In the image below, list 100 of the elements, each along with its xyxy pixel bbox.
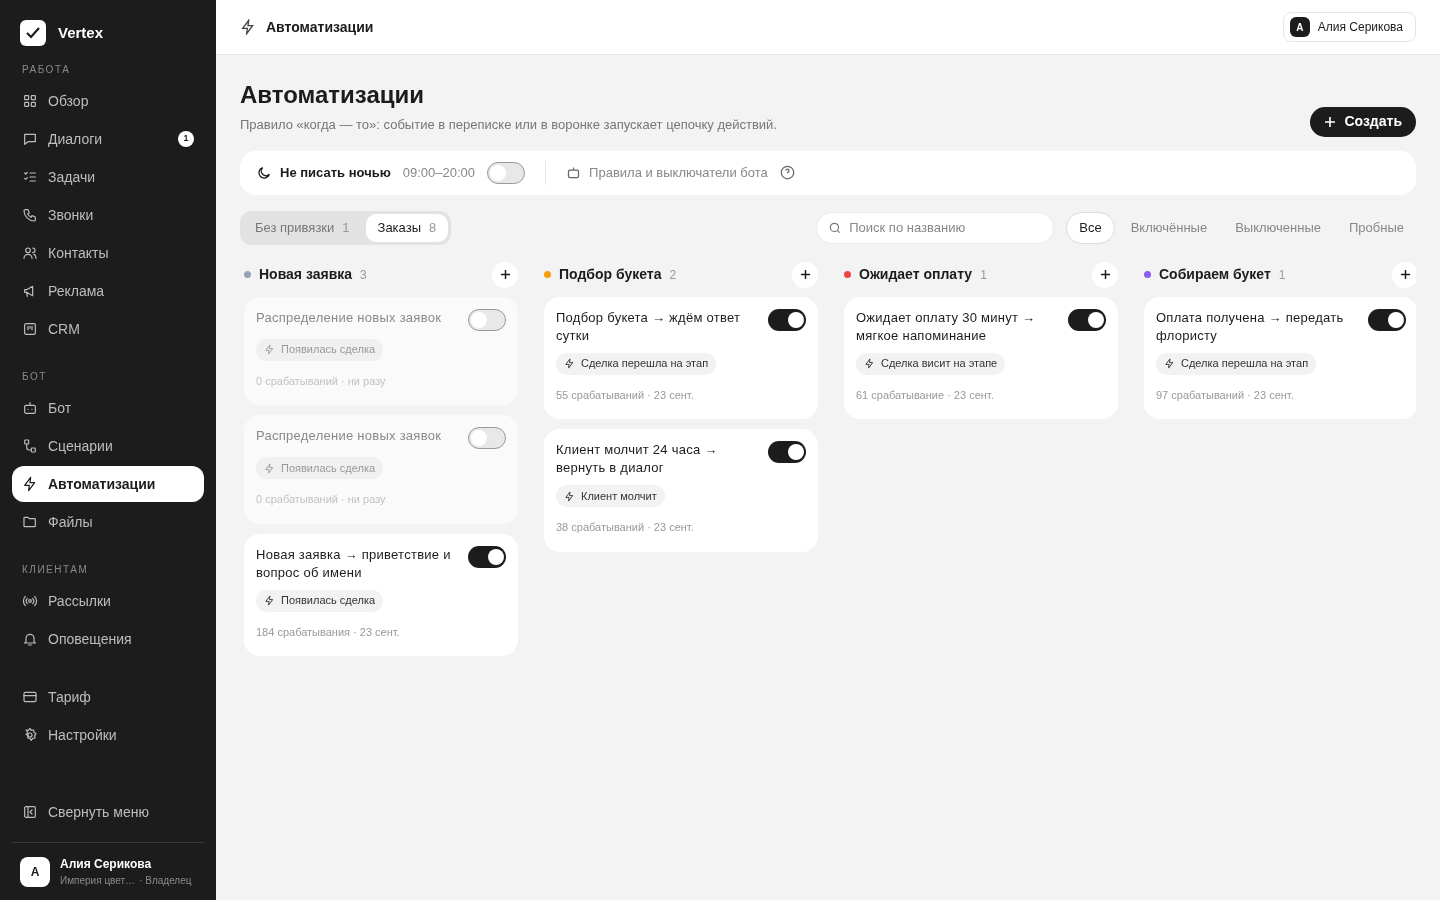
sidebar-collapse-icon	[22, 804, 38, 820]
brand-name: Vertex	[58, 22, 104, 43]
toggle-switch[interactable]	[1068, 308, 1106, 331]
add-button[interactable]	[792, 261, 818, 288]
sidebar-item[interactable]: Рассылки	[12, 583, 204, 619]
sidebar-item[interactable]: Звонки	[12, 197, 204, 233]
plus-icon	[1399, 269, 1411, 280]
lightning-icon	[564, 358, 575, 369]
toggle-switch[interactable]	[487, 161, 526, 184]
scope-tab[interactable]: Без привязки 1	[243, 213, 362, 242]
sidebar-item[interactable]: Бот	[12, 390, 204, 426]
bot-rules-link[interactable]: Правила и выключатели бота	[589, 162, 768, 183]
robot-icon	[566, 165, 582, 180]
card-icon	[22, 689, 38, 705]
add-button[interactable]	[492, 261, 518, 288]
lightning-icon	[264, 462, 275, 474]
scope-tab[interactable]: Заказы 8	[365, 213, 449, 242]
search-icon	[828, 220, 843, 235]
sidebar-item[interactable]: Обзор	[12, 83, 204, 119]
sidebar-item[interactable]: Автоматизации	[12, 466, 204, 502]
lightning-icon	[22, 476, 38, 492]
trigger-tag: Появилась сделка	[256, 338, 384, 361]
flow-icon	[22, 438, 38, 454]
folder-icon	[22, 514, 38, 530]
trigger-tag: Сделка висит на этапе	[856, 352, 1006, 375]
page-title: Автоматизации	[240, 80, 426, 110]
board-icon	[22, 321, 38, 337]
toggle-switch[interactable]	[1368, 308, 1406, 331]
automation-title: Распределение новых заявок	[256, 427, 443, 445]
user-name: Алия Серикова	[60, 856, 153, 873]
grid-icon	[22, 93, 38, 109]
run-stats: 61 срабатывание · 23 сент.	[856, 387, 995, 403]
chat-icon	[22, 131, 38, 147]
automation-title: Клиент молчит 24 часа → вернуть в диалог	[556, 441, 719, 477]
filter-tab[interactable]: Все	[1066, 211, 1115, 244]
run-stats: 97 срабатываний · 23 сент.	[1156, 387, 1295, 403]
count-badge: 1	[178, 131, 194, 147]
collapse-menu-button[interactable]: Свернуть меню	[12, 794, 204, 830]
automation-card[interactable]: Ожидает оплату 30 минут → мягкое напоминание Сделка висит на этапе 61 срабатывание · 23 сент.	[844, 296, 1118, 419]
sidebar-item[interactable]: Оповещения	[12, 621, 204, 657]
lightning-icon	[264, 344, 275, 355]
toggle-switch[interactable]	[768, 441, 806, 463]
run-stats: 184 срабатывания · 23 сент.	[256, 624, 401, 640]
plus-icon	[799, 269, 811, 280]
night-mode-label: Не писать ночью	[280, 163, 391, 182]
automation-title: Оплата получена → передать флористу	[1156, 308, 1345, 345]
help-icon[interactable]	[779, 165, 795, 180]
plus-icon	[499, 269, 511, 280]
user-menu-button[interactable]: А Алия Серикова	[1282, 12, 1416, 42]
sidebar-item[interactable]: Настройки	[12, 717, 204, 753]
add-button[interactable]	[1392, 261, 1416, 288]
column-count: 3	[360, 266, 367, 284]
automation-card[interactable]: Подбор букета → ждём ответ сутки Сделка перешла на этап 55 срабатываний · 23 сент.	[544, 296, 818, 419]
sidebar-item[interactable]: Задачи	[12, 159, 204, 195]
sidebar-item[interactable]: Тариф	[12, 679, 204, 715]
broadcast-icon	[22, 593, 38, 609]
automation-title: Подбор букета → ждём ответ сутки	[556, 308, 742, 345]
plus-icon	[1324, 115, 1337, 128]
sidebar-item[interactable]: Файлы	[12, 504, 204, 540]
run-stats: 38 срабатываний · 23 сент.	[556, 520, 695, 535]
column-title: Подбор букета	[559, 265, 662, 284]
automation-card[interactable]: Клиент молчит 24 часа → вернуть в диалог Клиент молчит 38 срабатываний · 23 сент.	[544, 429, 818, 552]
section-label: КЛИЕНТАМ	[21, 563, 90, 577]
column-count: 1	[1278, 266, 1286, 284]
lightning-icon	[564, 490, 575, 502]
sidebar-item[interactable]: Реклама	[12, 273, 204, 309]
trigger-tag: Появилась сделка	[256, 589, 384, 612]
settings-icon	[22, 727, 38, 743]
robot-icon	[22, 400, 38, 416]
trigger-tag: Сделка перешла на этап	[1156, 352, 1317, 375]
logo-icon	[20, 20, 46, 46]
column-title: Ожидает оплату	[859, 265, 973, 284]
plus-icon	[1099, 269, 1111, 280]
lightning-icon	[1164, 358, 1175, 369]
section-label: БОТ	[21, 370, 48, 384]
run-stats: 55 срабатываний · 23 сент.	[556, 387, 695, 403]
toggle-switch[interactable]	[768, 308, 806, 331]
sidebar-item[interactable]: Диалоги 1	[12, 121, 204, 157]
automation-card[interactable]: Оплата получена → передать флористу Сделка перешла на этап 97 срабатываний · 23 сент.	[1144, 296, 1416, 419]
add-button[interactable]	[1092, 261, 1118, 288]
trigger-tag: Появилась сделка	[256, 457, 384, 479]
column-count: 2	[669, 266, 677, 284]
lightning-icon	[264, 595, 275, 606]
automation-card[interactable]: Новая заявка → приветствие и вопрос об имени Появилась сделка 184 срабатывания · 23 сент.	[244, 533, 518, 656]
night-hours: 09:00–20:00	[402, 163, 476, 182]
toggle-switch[interactable]	[468, 427, 506, 449]
search-field[interactable]: Поиск по названию	[816, 211, 1055, 244]
checklist-icon	[22, 169, 38, 185]
create-button[interactable]: Создать	[1310, 106, 1416, 137]
sidebar-item[interactable]: CRM	[12, 311, 204, 347]
sidebar-item[interactable]: Контакты	[12, 235, 204, 271]
toggle-switch[interactable]	[468, 545, 506, 568]
trigger-tag: Сделка перешла на этап	[556, 352, 717, 375]
lightning-icon	[240, 19, 256, 35]
column-count: 1	[980, 266, 987, 284]
sidebar-item[interactable]: Сценарии	[12, 428, 204, 464]
users-icon	[22, 245, 38, 261]
automation-title: Ожидает оплату 30 минут → мягкое напоминание	[856, 308, 1037, 345]
toggle-switch[interactable]	[468, 308, 506, 331]
automation-title: Распределение новых заявок	[256, 308, 443, 327]
